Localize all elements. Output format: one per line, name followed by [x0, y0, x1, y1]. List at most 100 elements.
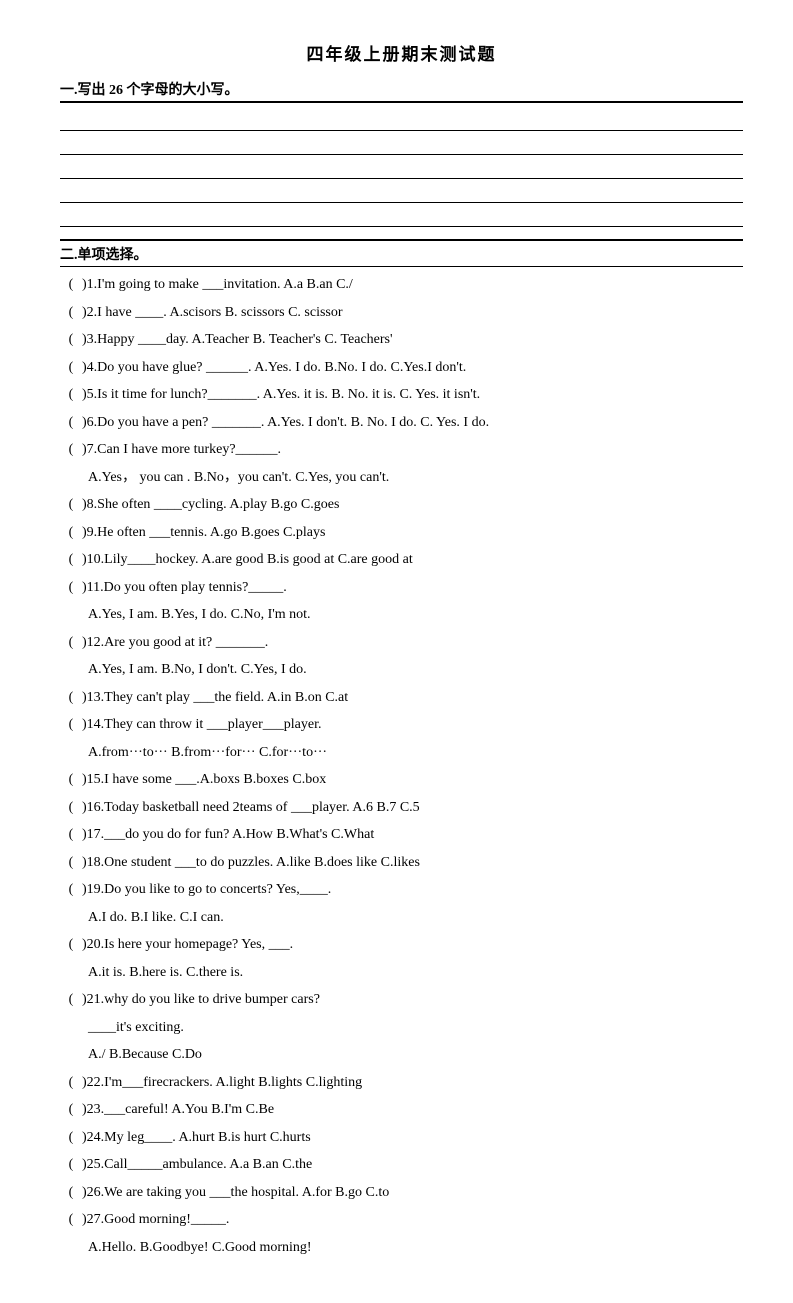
question-text: )17.___do you do for fun? A.How B.What's… [82, 823, 743, 848]
question-item: A.from···to··· B.from···for··· C.for···t… [60, 741, 743, 766]
question-item: ()4.Do you have glue? ______. A.Yes. I d… [60, 356, 743, 381]
question-paren: ( [60, 713, 82, 738]
question-paren: ( [60, 328, 82, 353]
question-item: ()6.Do you have a pen? _______. A.Yes. I… [60, 411, 743, 436]
question-continuation: ____it's exciting. [60, 1016, 743, 1041]
question-text: )6.Do you have a pen? _______. A.Yes. I … [82, 411, 743, 436]
question-paren: ( [60, 933, 82, 958]
question-paren: ( [60, 301, 82, 326]
question-text: )18.One student ___to do puzzles. A.like… [82, 851, 743, 876]
question-line: ()9.He often ___tennis. A.go B.goes C.pl… [60, 521, 743, 546]
question-line: ()16.Today basketball need 2teams of ___… [60, 796, 743, 821]
question-item: A.Yes, I am. B.Yes, I do. C.No, I'm not. [60, 603, 743, 628]
question-paren: ( [60, 521, 82, 546]
question-text: )15.I have some ___.A.boxs B.boxes C.box [82, 768, 743, 793]
question-item: ()8.She often ____cycling. A.play B.go C… [60, 493, 743, 518]
question-continuation: A.it is. B.here is. C.there is. [60, 961, 743, 986]
question-text: )26.We are taking you ___the hospital. A… [82, 1181, 743, 1206]
question-text: )22.I'm___firecrackers. A.light B.lights… [82, 1071, 743, 1096]
question-line: ()4.Do you have glue? ______. A.Yes. I d… [60, 356, 743, 381]
writing-line [60, 157, 743, 179]
question-paren: ( [60, 1153, 82, 1178]
writing-lines-area [60, 109, 743, 227]
question-paren: ( [60, 1181, 82, 1206]
question-line: ()11.Do you often play tennis?_____. [60, 576, 743, 601]
question-paren: ( [60, 576, 82, 601]
question-text: )21.why do you like to drive bumper cars… [82, 988, 743, 1013]
question-text: )2.I have ____. A.scisors B. scissors C.… [82, 301, 743, 326]
question-text: )1.I'm going to make ___invitation. A.a … [82, 273, 743, 298]
question-text: )16.Today basketball need 2teams of ___p… [82, 796, 743, 821]
question-text: )4.Do you have glue? ______. A.Yes. I do… [82, 356, 743, 381]
question-paren: ( [60, 686, 82, 711]
writing-line [60, 205, 743, 227]
question-text: )27.Good morning!_____. [82, 1208, 743, 1233]
question-text: )3.Happy ____day. A.Teacher B. Teacher's… [82, 328, 743, 353]
question-line: ()25.Call_____ambulance. A.a B.an C.the [60, 1153, 743, 1178]
question-item: ()25.Call_____ambulance. A.a B.an C.the [60, 1153, 743, 1178]
question-continuation: A.Hello. B.Goodbye! C.Good morning! [60, 1236, 743, 1261]
section2-header: 二.单项选择。 [60, 239, 743, 267]
question-item: A.Yes, I am. B.No, I don't. C.Yes, I do. [60, 658, 743, 683]
question-text: )14.They can throw it ___player___player… [82, 713, 743, 738]
question-paren: ( [60, 438, 82, 463]
question-line: ()23.___careful! A.You B.I'm C.Be [60, 1098, 743, 1123]
question-item: ()15.I have some ___.A.boxs B.boxes C.bo… [60, 768, 743, 793]
question-item: ()3.Happy ____day. A.Teacher B. Teacher'… [60, 328, 743, 353]
question-text: )20.Is here your homepage? Yes, ___. [82, 933, 743, 958]
question-item: A./ B.Because C.Do [60, 1043, 743, 1068]
question-paren: ( [60, 548, 82, 573]
question-line: ()2.I have ____. A.scisors B. scissors C… [60, 301, 743, 326]
writing-line [60, 181, 743, 203]
question-line: ()27.Good morning!_____. [60, 1208, 743, 1233]
question-text: )12.Are you good at it? _______. [82, 631, 743, 656]
question-paren: ( [60, 823, 82, 848]
question-item: ()17.___do you do for fun? A.How B.What'… [60, 823, 743, 848]
question-paren: ( [60, 383, 82, 408]
question-item: ____it's exciting. [60, 1016, 743, 1041]
question-paren: ( [60, 878, 82, 903]
question-text: )5.Is it time for lunch?_______. A.Yes. … [82, 383, 743, 408]
question-text: )10.Lily____hockey. A.are good B.is good… [82, 548, 743, 573]
question-item: ()21.why do you like to drive bumper car… [60, 988, 743, 1013]
question-paren: ( [60, 988, 82, 1013]
question-item: ()22.I'm___firecrackers. A.light B.light… [60, 1071, 743, 1096]
question-item: ()26.We are taking you ___the hospital. … [60, 1181, 743, 1206]
question-text: )7.Can I have more turkey?______. [82, 438, 743, 463]
question-paren: ( [60, 768, 82, 793]
question-paren: ( [60, 1208, 82, 1233]
question-paren: ( [60, 493, 82, 518]
question-paren: ( [60, 851, 82, 876]
question-line: ()21.why do you like to drive bumper car… [60, 988, 743, 1013]
question-continuation: A.Yes, I am. B.Yes, I do. C.No, I'm not. [60, 603, 743, 628]
question-item: ()11.Do you often play tennis?_____. [60, 576, 743, 601]
question-item: ()9.He often ___tennis. A.go B.goes C.pl… [60, 521, 743, 546]
question-item: ()5.Is it time for lunch?_______. A.Yes.… [60, 383, 743, 408]
writing-line [60, 109, 743, 131]
question-text: )24.My leg____. A.hurt B.is hurt C.hurts [82, 1126, 743, 1151]
question-continuation: A.Yes， you can . B.No，you can't. C.Yes, … [60, 466, 743, 491]
question-item: ()23.___careful! A.You B.I'm C.Be [60, 1098, 743, 1123]
question-text: )8.She often ____cycling. A.play B.go C.… [82, 493, 743, 518]
question-line: ()20.Is here your homepage? Yes, ___. [60, 933, 743, 958]
section1-header: 一.写出 26 个字母的大小写。 [60, 79, 743, 103]
question-line: ()22.I'm___firecrackers. A.light B.light… [60, 1071, 743, 1096]
page-title: 四年级上册期末测试题 [60, 40, 743, 65]
question-continuation: A./ B.Because C.Do [60, 1043, 743, 1068]
question-paren: ( [60, 356, 82, 381]
questions-area: ()1.I'm going to make ___invitation. A.a… [60, 273, 743, 1260]
question-paren: ( [60, 1071, 82, 1096]
question-paren: ( [60, 796, 82, 821]
question-line: ()7.Can I have more turkey?______. [60, 438, 743, 463]
question-item: ()27.Good morning!_____. [60, 1208, 743, 1233]
question-item: ()18.One student ___to do puzzles. A.lik… [60, 851, 743, 876]
question-line: ()17.___do you do for fun? A.How B.What'… [60, 823, 743, 848]
question-paren: ( [60, 273, 82, 298]
question-continuation: A.from···to··· B.from···for··· C.for···t… [60, 741, 743, 766]
question-line: ()26.We are taking you ___the hospital. … [60, 1181, 743, 1206]
question-item: ()2.I have ____. A.scisors B. scissors C… [60, 301, 743, 326]
question-item: ()13.They can't play ___the field. A.in … [60, 686, 743, 711]
question-text: )25.Call_____ambulance. A.a B.an C.the [82, 1153, 743, 1178]
question-item: ()10.Lily____hockey. A.are good B.is goo… [60, 548, 743, 573]
question-continuation: A.I do. B.I like. C.I can. [60, 906, 743, 931]
